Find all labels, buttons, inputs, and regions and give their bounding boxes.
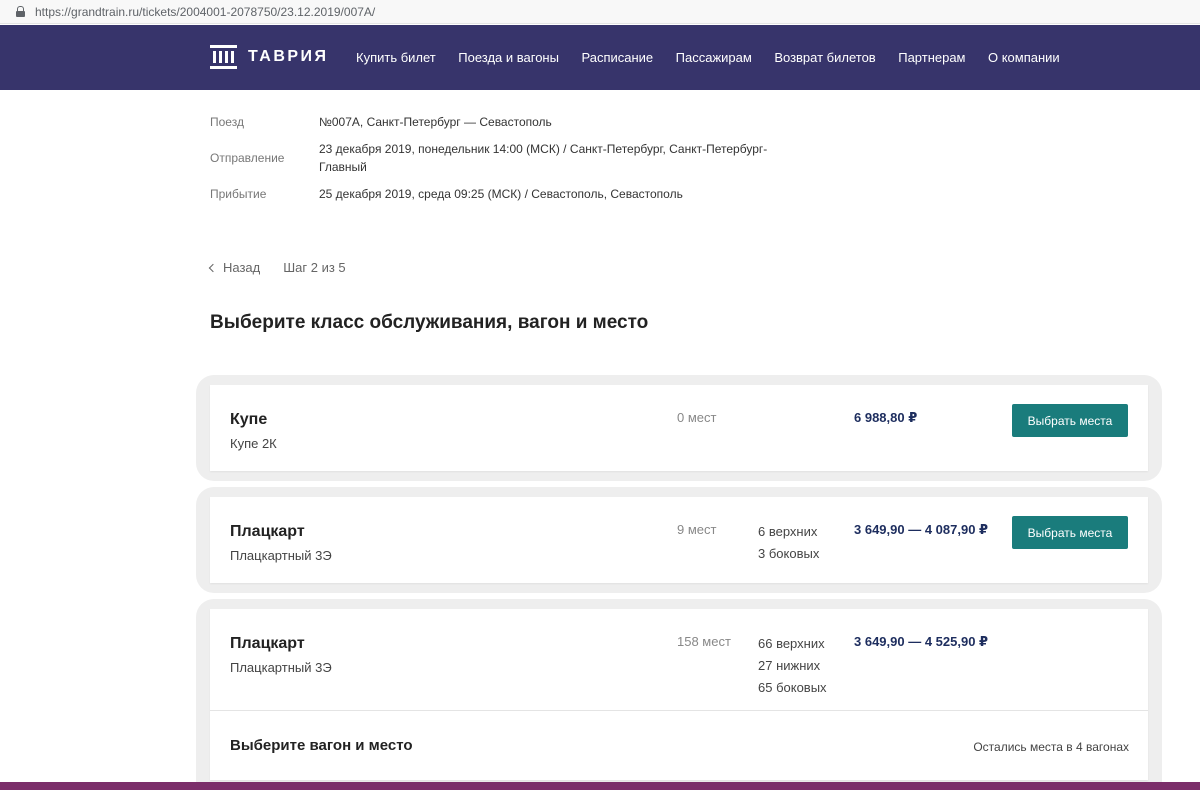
- car-class-subtitle: Купе 2К: [230, 436, 277, 451]
- seats-upper: 66 верхних: [758, 636, 825, 651]
- menu-item-schedule[interactable]: Расписание: [581, 50, 653, 65]
- seats-side: 65 боковых: [758, 680, 827, 695]
- car-class-card-body: Плацкарт Плацкартный 3Э 9 мест 6 верхних…: [210, 497, 1148, 583]
- seats-breakdown: 66 верхних 27 нижних 65 боковых: [758, 633, 827, 699]
- car-class-subtitle: Плацкартный 3Э: [230, 548, 332, 563]
- seats-lower: 27 нижних: [758, 658, 821, 673]
- seats-count: 0 мест: [677, 410, 717, 425]
- departure-value: 23 декабря 2019, понедельник 14:00 (МСК)…: [319, 142, 768, 174]
- logo[interactable]: ТАВРИЯ: [210, 45, 329, 69]
- menu-item-trains-and-cars[interactable]: Поезда и вагоны: [458, 50, 559, 65]
- car-class-card: Купе Купе 2К 0 мест 6 988,80 ₽ Выбрать м…: [196, 375, 1162, 481]
- car-class-title: Плацкарт: [230, 523, 305, 540]
- menu-item-partners[interactable]: Партнерам: [898, 50, 965, 65]
- car-class-card-expanded: Плацкарт Плацкартный 3Э 158 мест 66 верх…: [196, 599, 1162, 790]
- arrival-label: Прибытие: [210, 187, 267, 201]
- seats-count: 158 мест: [677, 634, 731, 649]
- arrival-row: Прибытие 25 декабря 2019, среда 09:25 (М…: [210, 185, 770, 203]
- car-selection-title: Выберите вагон и место: [230, 737, 413, 754]
- seats-upper: 6 верхних: [758, 524, 818, 539]
- train-value: №007А, Санкт-Петербург — Севастополь: [319, 115, 552, 129]
- arrival-value: 25 декабря 2019, среда 09:25 (МСК) / Сев…: [319, 187, 683, 201]
- site-header: ТАВРИЯ Купить билет Поезда и вагоны Расп…: [0, 25, 1200, 90]
- step-indicator: Шаг 2 из 5: [283, 260, 346, 275]
- back-label: Назад: [223, 260, 261, 275]
- car-class-card-body: Плацкарт Плацкартный 3Э 158 мест 66 верх…: [210, 609, 1148, 780]
- car-class-card-body: Купе Купе 2К 0 мест 6 988,80 ₽ Выбрать м…: [210, 385, 1148, 471]
- select-seats-button[interactable]: Выбрать места: [1012, 404, 1128, 437]
- page-title: Выберите класс обслуживания, вагон и мес…: [210, 312, 649, 333]
- price: 3 649,90 — 4 087,90 ₽: [854, 522, 989, 537]
- car-class-subtitle: Плацкартный 3Э: [230, 660, 332, 675]
- car-class-summary: Плацкарт Плацкартный 3Э 158 мест 66 верх…: [210, 609, 1148, 710]
- step-navigation: Назад Шаг 2 из 5: [208, 260, 346, 275]
- car-class-title: Плацкарт: [230, 635, 305, 652]
- menu-item-passengers[interactable]: Пассажирам: [676, 50, 752, 65]
- remaining-cars-note: Остались места в 4 вагонах: [973, 740, 1129, 754]
- car-class-summary: Купе Купе 2К 0 мест 6 988,80 ₽ Выбрать м…: [210, 385, 1148, 471]
- price: 3 649,90 — 4 525,90 ₽: [854, 634, 989, 649]
- browser-address-bar[interactable]: https://grandtrain.ru/tickets/2004001-20…: [0, 0, 1200, 24]
- menu-item-about[interactable]: О компании: [988, 50, 1060, 65]
- train-row: Поезд №007А, Санкт-Петербург — Севастопо…: [210, 113, 770, 131]
- select-seats-button[interactable]: Выбрать места: [1012, 516, 1128, 549]
- car-selection-section: Выберите вагон и место Остались места в …: [210, 710, 1148, 780]
- menu-item-ticket-refund[interactable]: Возврат билетов: [774, 50, 875, 65]
- car-class-summary: Плацкарт Плацкартный 3Э 9 мест 6 верхних…: [210, 497, 1148, 583]
- departure-row: Отправление 23 декабря 2019, понедельник…: [210, 140, 770, 176]
- address-url[interactable]: https://grandtrain.ru/tickets/2004001-20…: [35, 5, 375, 19]
- menu-item-buy-ticket[interactable]: Купить билет: [356, 50, 436, 65]
- logo-text: ТАВРИЯ: [248, 48, 329, 65]
- trip-info: Поезд №007А, Санкт-Петербург — Севастопо…: [210, 113, 770, 212]
- seats-count: 9 мест: [677, 522, 717, 537]
- main-menu: Купить билет Поезда и вагоны Расписание …: [356, 25, 1082, 90]
- seats-side: 3 боковых: [758, 546, 820, 561]
- chevron-left-icon: [208, 263, 218, 273]
- car-class-title: Купе: [230, 411, 268, 428]
- seats-breakdown: 6 верхних 3 боковых: [758, 521, 819, 565]
- bottom-strip: [0, 782, 1200, 790]
- back-link[interactable]: Назад: [208, 260, 261, 275]
- price: 6 988,80 ₽: [854, 410, 918, 425]
- car-class-card: Плацкарт Плацкартный 3Э 9 мест 6 верхних…: [196, 487, 1162, 593]
- logo-icon: [210, 45, 237, 69]
- departure-label: Отправление: [210, 151, 285, 165]
- train-label: Поезд: [210, 115, 244, 129]
- lock-icon: [16, 6, 25, 17]
